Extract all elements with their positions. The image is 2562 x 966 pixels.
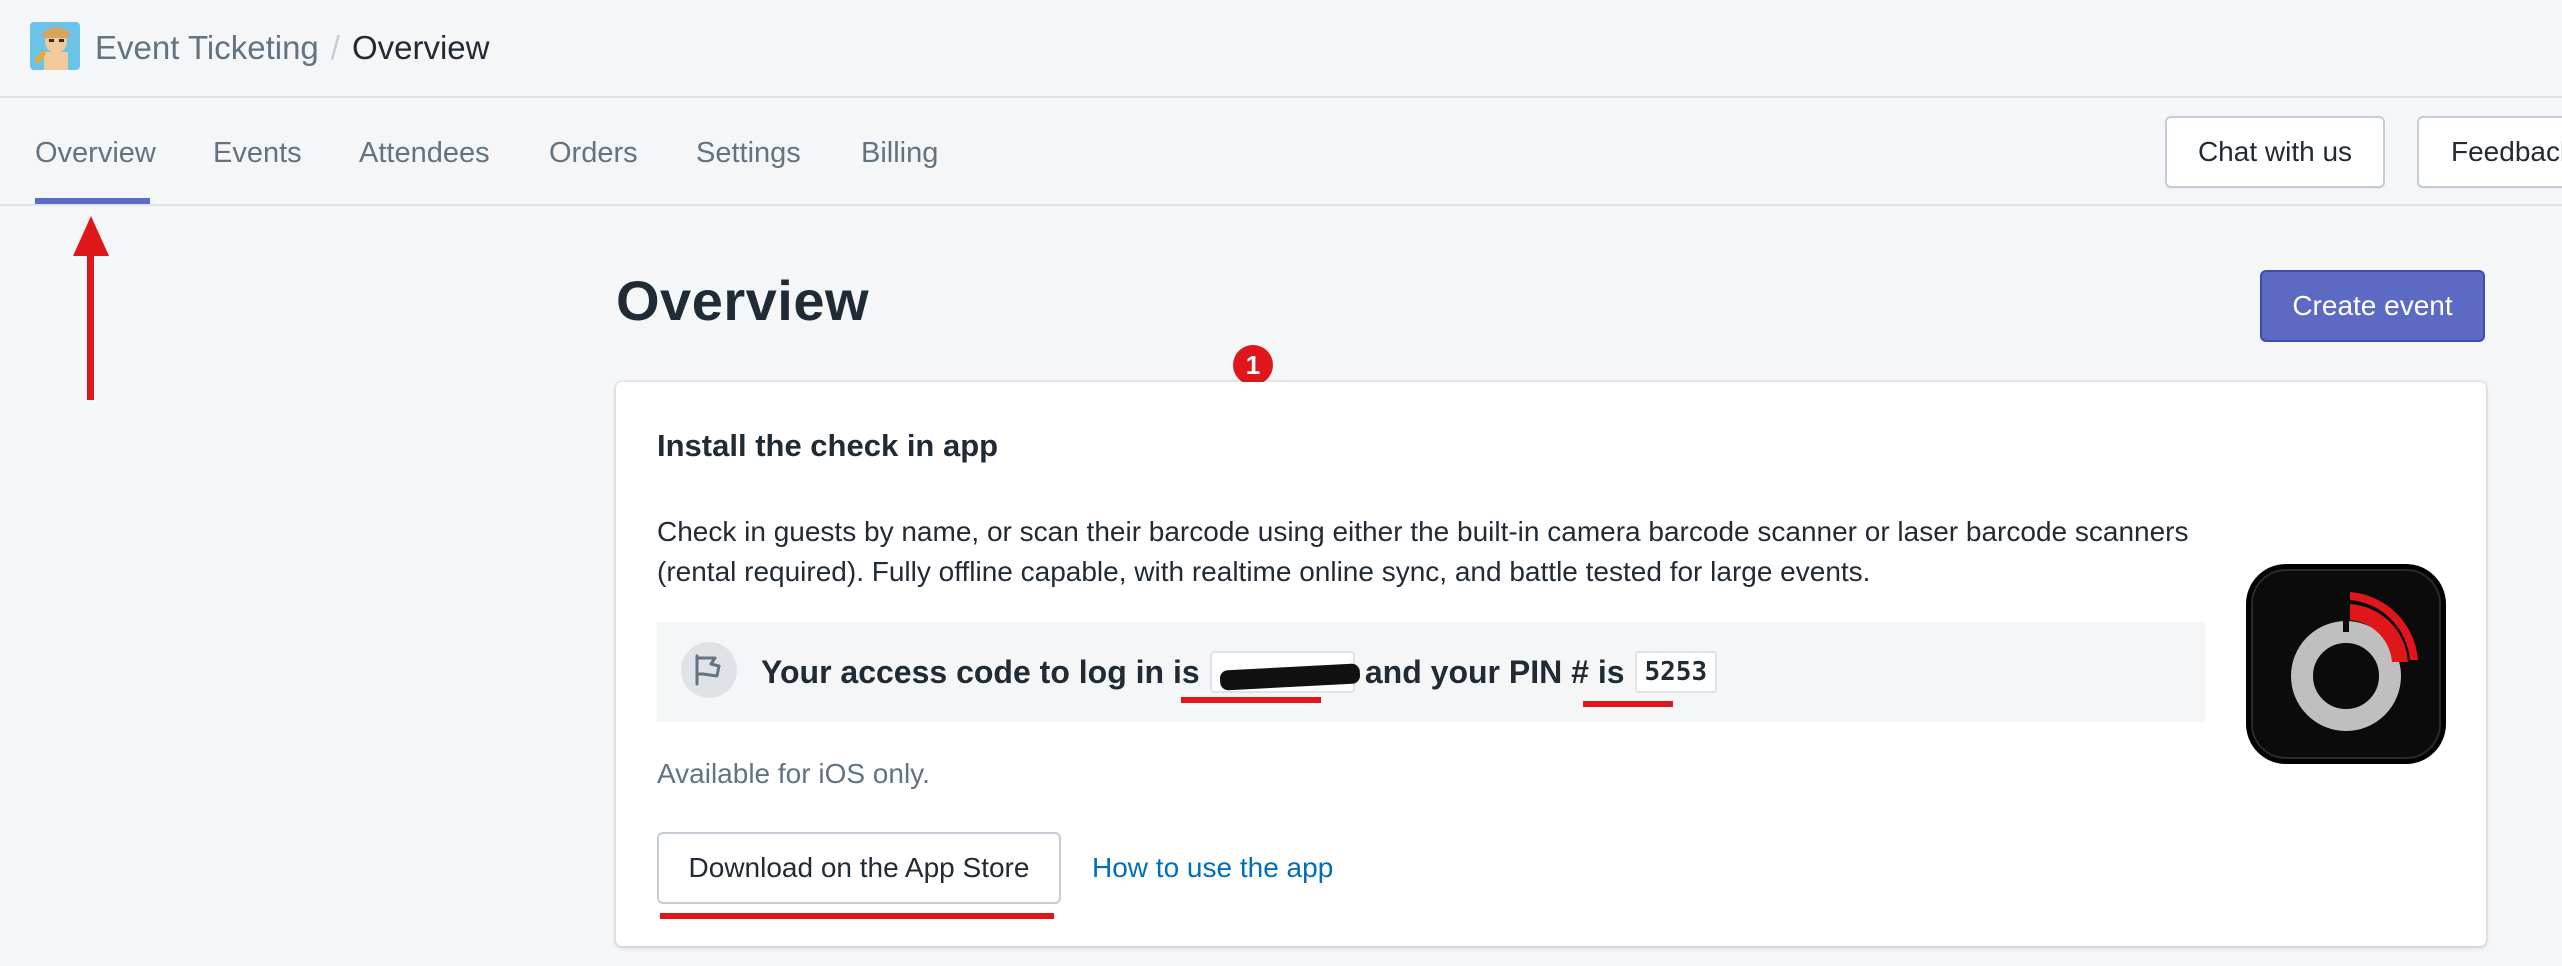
card-title: Install the check in app	[657, 428, 999, 463]
tab-attendees[interactable]: Attendees	[359, 100, 490, 206]
feedback-button[interactable]: Feedback	[2417, 116, 2562, 188]
tab-events[interactable]: Events	[213, 100, 302, 206]
download-app-store-button[interactable]: Download on the App Store	[657, 832, 1061, 904]
pin-value: 5253	[1634, 651, 1718, 693]
annotation-step-badge: 1	[1233, 345, 1273, 385]
chat-with-us-button[interactable]: Chat with us	[2165, 116, 2385, 188]
page-title: Overview	[616, 269, 870, 332]
tab-overview[interactable]: Overview	[35, 100, 156, 206]
annotation-underline-download	[660, 913, 1054, 919]
ios-only-note: Available for iOS only.	[657, 758, 930, 789]
access-code-value: xxxxxxxx	[1209, 651, 1361, 693]
tab-settings[interactable]: Settings	[696, 100, 801, 206]
annotation-underline-pin	[1583, 701, 1673, 707]
top-bar: Event Ticketing / Overview	[0, 0, 2562, 98]
how-to-use-app-link[interactable]: How to use the app	[1092, 832, 1333, 904]
access-code-prefix: Your access code to log in is	[761, 653, 1200, 690]
breadcrumb-separator: /	[330, 29, 340, 66]
check-in-app-icon	[2246, 564, 2446, 764]
access-code-text: Your access code to log in is xxxxxxxx a…	[761, 646, 1727, 698]
flag-icon	[681, 642, 737, 698]
annotation-underline-access-code	[1181, 697, 1321, 703]
active-tab-indicator	[35, 198, 150, 204]
install-app-card: Install the check in app Check in guests…	[616, 382, 2486, 946]
tab-orders[interactable]: Orders	[549, 100, 638, 206]
breadcrumb: Event Ticketing / Overview	[95, 24, 489, 72]
access-code-middle: and your PIN # is	[1364, 653, 1625, 690]
card-description: Check in guests by name, or scan their b…	[657, 516, 2189, 587]
access-code-banner: Your access code to log in is xxxxxxxx a…	[657, 622, 2205, 722]
create-event-button[interactable]: Create event	[2260, 270, 2485, 342]
app-logo-icon[interactable]	[30, 22, 80, 70]
breadcrumb-current: Overview	[351, 29, 490, 66]
annotation-arrow-shaft	[87, 248, 94, 400]
tab-billing[interactable]: Billing	[861, 100, 938, 206]
breadcrumb-app-link[interactable]: Event Ticketing	[95, 29, 319, 67]
